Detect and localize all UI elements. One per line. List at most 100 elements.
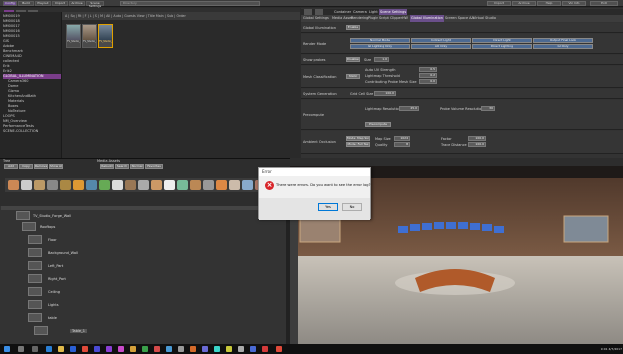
app-icon[interactable]: [178, 346, 184, 352]
remove-button[interactable]: Remove: [34, 164, 48, 169]
app-icon[interactable]: [202, 346, 208, 352]
probe-volume-field[interactable]: 30: [481, 106, 495, 111]
start-icon[interactable]: [4, 346, 10, 352]
no-button[interactable]: No: [342, 203, 362, 211]
render-mode-final[interactable]: Output Final Look: [533, 38, 593, 43]
contributing-probe-field[interactable]: 0.0: [419, 79, 437, 84]
search-icon[interactable]: [18, 346, 24, 352]
object-icon[interactable]: [177, 180, 188, 190]
subtab-plugin[interactable]: Plugin: [368, 16, 378, 20]
node-label[interactable]: Floor: [48, 238, 57, 242]
object-icon[interactable]: [47, 180, 58, 190]
render-mode-gi-lighting[interactable]: GI Lighting Only: [350, 44, 410, 49]
node-icon[interactable]: [28, 274, 42, 283]
quality-field[interactable]: 8: [394, 142, 410, 147]
app-icon[interactable]: [262, 346, 268, 352]
object-icon[interactable]: [112, 180, 123, 190]
ao-mode-button-1[interactable]: Mode: Map Size: [346, 136, 370, 141]
task-view-icon[interactable]: [32, 346, 38, 352]
object-icon[interactable]: [125, 180, 136, 190]
subtab-virtual-studio[interactable]: Virtual Studio: [473, 16, 496, 20]
normal-button[interactable]: Normal: [130, 164, 144, 169]
subtab-global-settings[interactable]: Global Settings: [303, 16, 329, 20]
render-mode-indirect[interactable]: Indirect Light: [411, 38, 471, 43]
map-size-field[interactable]: 1024: [394, 136, 410, 141]
auto-uv-field[interactable]: 0.5: [419, 67, 437, 72]
subtab-script[interactable]: Script: [379, 16, 389, 20]
factor-field[interactable]: 100.0: [468, 136, 486, 141]
menu-config[interactable]: Config: [3, 1, 17, 6]
size-field[interactable]: 1.0: [374, 57, 389, 62]
app-icon[interactable]: [226, 346, 232, 352]
render-mode-direct-lighting[interactable]: Direct Lighting: [472, 44, 532, 49]
app-icon[interactable]: [250, 346, 256, 352]
taskbar-clock[interactable]: 9:01 4/7/2017: [594, 345, 622, 353]
precompute-button[interactable]: Precompute: [365, 122, 391, 127]
tab-camera[interactable]: Camera: [353, 10, 367, 14]
app-icon[interactable]: [106, 346, 112, 352]
subtab-screen-space-aa[interactable]: Screen Space AA: [445, 16, 474, 20]
node-label[interactable]: Lights: [48, 303, 59, 307]
subtab-clipper[interactable]: Clipper: [390, 16, 402, 20]
chrome-icon[interactable]: [82, 346, 88, 352]
app-icon[interactable]: [118, 346, 124, 352]
trace-distance-field[interactable]: 100.0: [468, 142, 486, 147]
app-icon[interactable]: [238, 346, 244, 352]
explorer-icon[interactable]: [58, 346, 64, 352]
store-icon[interactable]: [70, 346, 76, 352]
node-icon[interactable]: [28, 261, 42, 270]
menu-right-help[interactable]: Help: [537, 1, 561, 6]
node-label[interactable]: TV_Studio_Forge_Wall: [33, 214, 71, 218]
mesh-class-static-button[interactable]: Static: [346, 74, 360, 79]
grid-cell-field[interactable]: 100.0: [374, 91, 396, 96]
object-icon[interactable]: [242, 180, 253, 190]
menu-right-exit[interactable]: Exit: [590, 1, 618, 6]
lightmap-threshold-field[interactable]: 0.2: [419, 73, 437, 78]
node-label[interactable]: Background_Wall: [48, 251, 78, 255]
browser-toolbar[interactable]: A | Sq | Rt | F | L | S | M | All | Auto…: [62, 12, 300, 20]
app-icon[interactable]: [154, 346, 160, 352]
menu-scene-settings[interactable]: Scene Settings: [86, 1, 104, 8]
menu-right-import[interactable]: Import: [487, 1, 511, 6]
subtab-global-illumination[interactable]: Global Illumination: [410, 15, 444, 22]
menu-build[interactable]: Build: [18, 1, 34, 6]
app-icon[interactable]: [130, 346, 136, 352]
object-icon[interactable]: [21, 180, 32, 190]
ao-mode-button-2[interactable]: Mode: Full Tex: [346, 142, 370, 147]
node-icon[interactable]: [28, 313, 42, 322]
tab-light[interactable]: Light: [369, 10, 378, 14]
viz-icon[interactable]: [276, 346, 282, 352]
menu-right-archive[interactable]: Archive: [512, 1, 536, 6]
node-icon[interactable]: [28, 287, 42, 296]
object-icon[interactable]: [86, 180, 97, 190]
render-mode-ao[interactable]: AO Only: [411, 44, 471, 49]
render-mode-gi-only[interactable]: GI Only: [533, 44, 593, 49]
object-icon[interactable]: [229, 180, 240, 190]
app-icon[interactable]: [142, 346, 148, 352]
scene-thumbnail[interactable]: TV_Studio_Forge2: [82, 24, 97, 48]
node-icon[interactable]: [16, 211, 30, 220]
subtab-hw[interactable]: HW: [402, 16, 408, 20]
object-icon[interactable]: [73, 180, 84, 190]
object-icon[interactable]: [164, 180, 175, 190]
tree-item[interactable]: SCENE-COLLECTION: [3, 129, 38, 134]
app-icon[interactable]: [166, 346, 172, 352]
menu-archive[interactable]: Archive: [69, 1, 85, 6]
object-icon[interactable]: [190, 180, 201, 190]
node-icon[interactable]: [28, 235, 42, 244]
lightmap-res-field[interactable]: 25.0: [399, 106, 419, 111]
object-icon[interactable]: [34, 180, 45, 190]
subtab-media-asset[interactable]: Media Asset: [332, 16, 353, 20]
node-icon[interactable]: [28, 300, 42, 309]
object-icon[interactable]: [99, 180, 110, 190]
show-all-button[interactable]: Show All: [49, 164, 63, 169]
node-label[interactable]: Rooftops: [40, 225, 55, 229]
node-icon[interactable]: [34, 326, 48, 335]
subtab-rendering[interactable]: Rendering: [351, 16, 368, 20]
menu-import[interactable]: Import: [52, 1, 68, 6]
edge-icon[interactable]: [46, 346, 52, 352]
menu-right-info[interactable]: Viz Info: [562, 1, 586, 6]
render-mode-normal[interactable]: Normal Mode: [350, 38, 410, 43]
app-icon[interactable]: [214, 346, 220, 352]
render-mode-direct[interactable]: Direct Light: [472, 38, 532, 43]
